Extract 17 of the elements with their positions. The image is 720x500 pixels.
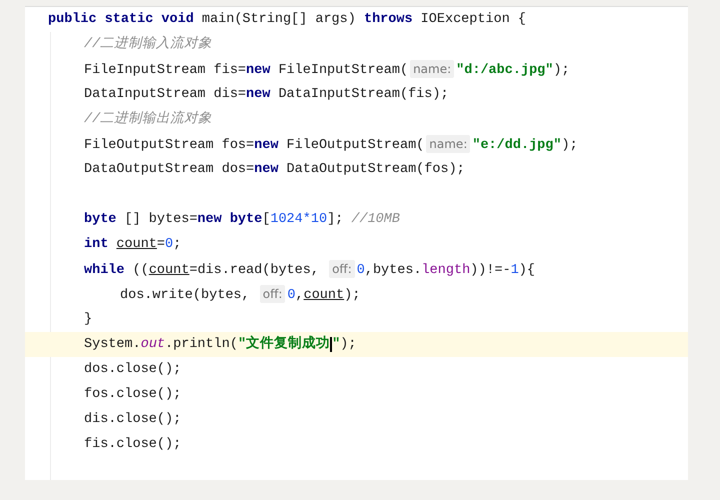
code-line: FileInputStream fis=new FileInputStream( name: "d:/abc.jpg"); <box>83 59 571 80</box>
code-line: fis.close(); <box>83 436 182 454</box>
code-line: fos.close(); <box>83 386 182 404</box>
code-line: FileOutputStream fos=new FileOutputStream( name: "e:/dd.jpg"); <box>83 134 579 155</box>
code-line: DataOutputStream dos=new DataOutputStream(fos); <box>83 161 466 179</box>
code-line: DataInputStream dis=new DataInputStream(fis); <box>83 86 450 104</box>
code-editor[interactable] <box>25 6 688 480</box>
code-line: dos.close(); <box>83 361 182 379</box>
code-line: } <box>83 311 94 329</box>
code-line: //二进制输入流对象 <box>83 34 214 54</box>
code-line: int count=0; <box>83 236 182 254</box>
code-line: while ((count=dis.read(bytes, off: 0,bytes.length))!=-1){ <box>83 259 536 280</box>
code-line: public static void main(String[] args) throws IOException { <box>47 11 527 29</box>
code-line: //二进制输出流对象 <box>83 110 214 129</box>
code-line: dis.close(); <box>83 411 182 429</box>
code-line: dos.write(bytes, off: 0,count); <box>119 284 362 305</box>
code-line: byte [] bytes=new byte[1024*10]; //10MB <box>83 211 401 229</box>
